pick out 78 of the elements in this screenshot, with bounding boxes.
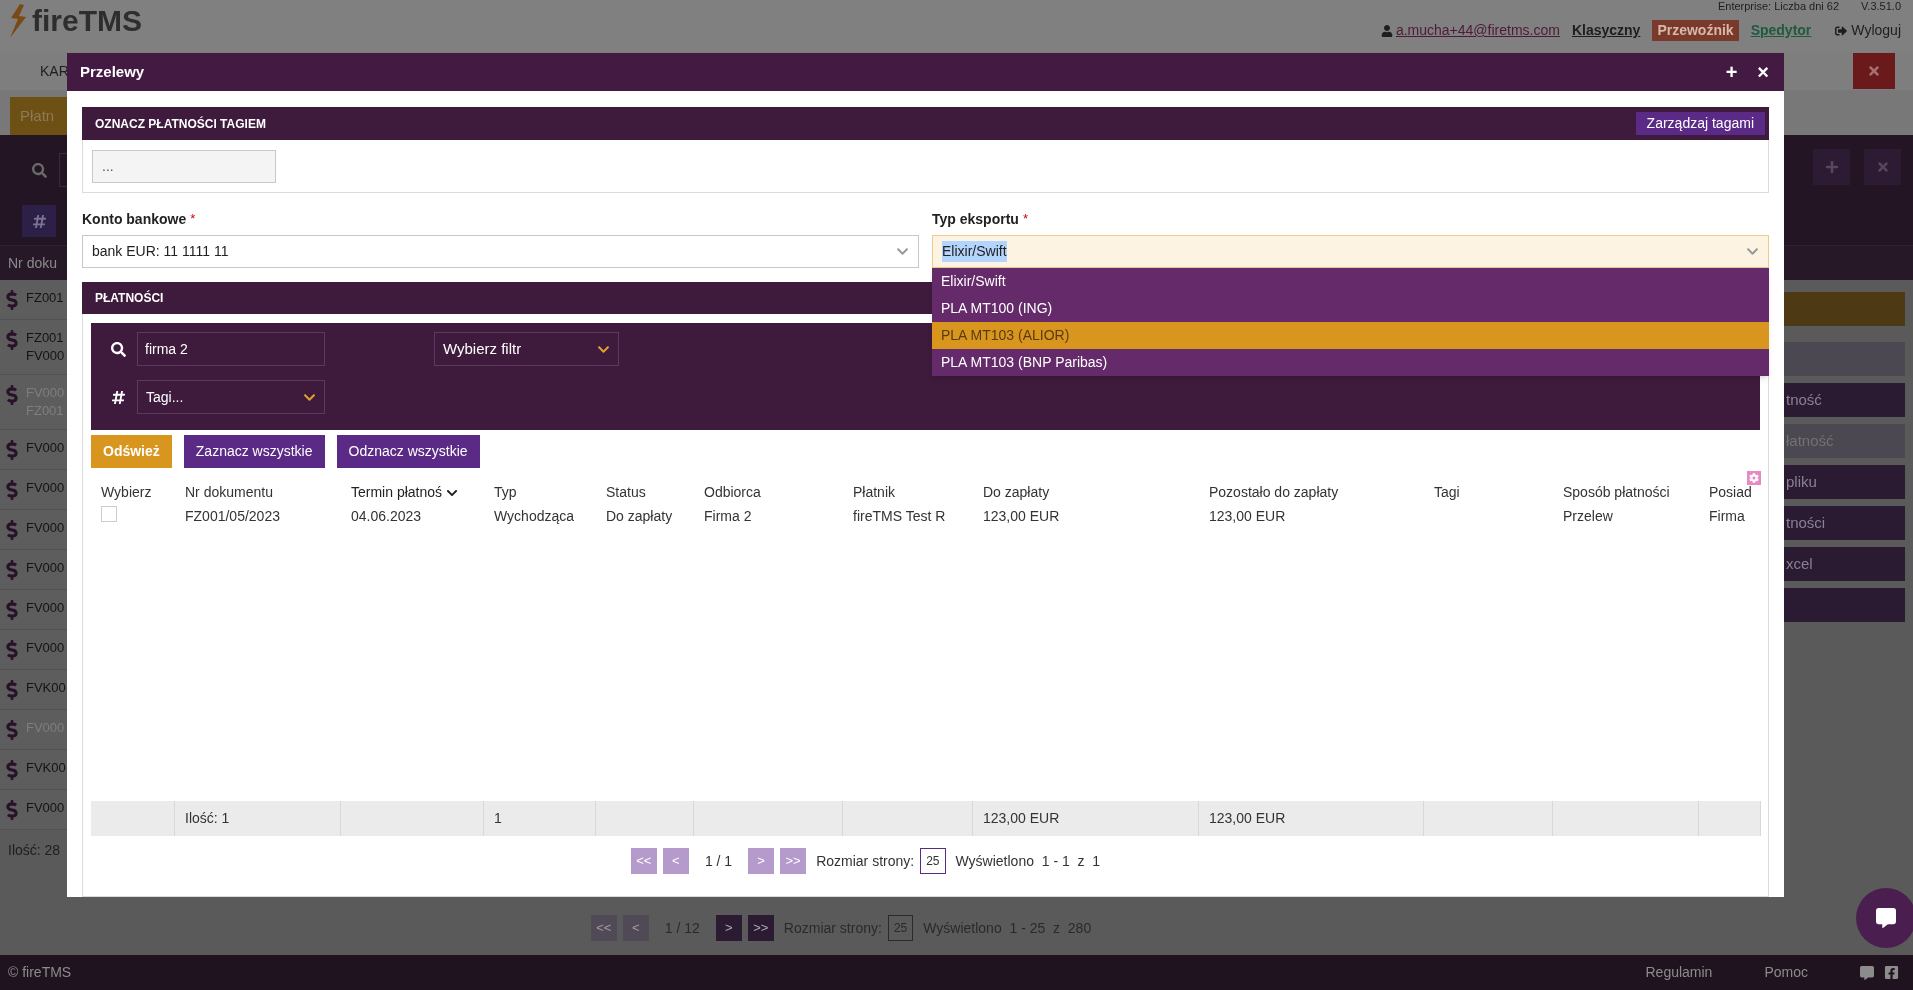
summary-cell-text: Ilość: 1 — [184, 809, 230, 828]
action-button[interactable]: Odznacz wszystkie — [336, 435, 480, 468]
page-indicator: 1 / 1 — [703, 851, 734, 871]
nav-item[interactable]: KAR — [40, 60, 69, 82]
table-cell: 123,00 EUR — [1209, 508, 1286, 524]
document-number: FZ001 — [26, 329, 65, 347]
table-cell: Wychodząca — [494, 508, 575, 524]
column-header[interactable]: Płatnik — [853, 482, 896, 503]
column-header[interactable]: Pozostało do zapłaty — [1209, 482, 1339, 503]
summary-cell-text: 1 — [493, 809, 502, 828]
document-number: FV000 — [26, 439, 65, 457]
mode-link[interactable]: Klasyczny — [1571, 20, 1641, 41]
page-button[interactable]: > — [715, 915, 742, 941]
search-field[interactable]: firma 2 — [137, 332, 325, 366]
footer-link[interactable]: Pomoc — [1764, 962, 1808, 983]
table-cell: Firma — [1709, 508, 1745, 524]
row-count: Ilość: 28 — [7, 841, 61, 860]
table-cell: Przelew — [1563, 508, 1613, 524]
column-header: Nr doku — [8, 253, 58, 273]
table-cell: 04.06.2023 — [351, 508, 422, 524]
column-header[interactable]: Posiad — [1709, 482, 1752, 503]
required-mark: * — [190, 212, 196, 226]
document-number: FV000 — [26, 479, 65, 497]
action-button[interactable]: Zaznacz wszystkie — [183, 435, 325, 468]
field-label: Konto bankowe — [82, 210, 187, 229]
column-header[interactable]: Tagi — [1434, 482, 1460, 503]
export-type-select[interactable]: Elixir/Swift — [932, 235, 1769, 268]
document-number: FV000 — [26, 599, 65, 617]
results-summary: Wyświetlono 1 - 1 z 1 — [955, 851, 1101, 871]
column-header[interactable]: Odbiorca — [704, 482, 761, 503]
dialog-action-button[interactable]: × — [1755, 62, 1771, 82]
document-number: FV000 — [26, 559, 65, 577]
logo: fireTMS — [32, 6, 142, 36]
dialog-action-button[interactable]: + — [1723, 62, 1740, 82]
dropdown-option[interactable]: Elixir/Swift — [932, 268, 1769, 295]
table-cell: Firma 2 — [704, 508, 752, 524]
column-header[interactable]: Wybierz — [101, 482, 152, 503]
document-number: FVK00 — [26, 679, 66, 697]
dropdown-option[interactable]: PLA MT103 (BNP Paribas) — [932, 349, 1769, 376]
section-title: OZNACZ PŁATNOŚCI TAGIEM — [95, 115, 266, 133]
page-size-label: Rozmiar strony: — [816, 851, 915, 871]
column-header[interactable]: Termin płatnoś — [351, 482, 443, 503]
page-size-field[interactable]: 25 — [920, 848, 946, 874]
tag-field[interactable]: ... — [92, 149, 276, 183]
table-cell: 123,00 EUR — [983, 508, 1060, 524]
manage-tags-button[interactable]: Zarządzaj tagami — [1635, 112, 1765, 135]
document-number: FVK00 — [26, 759, 66, 777]
document-number: FZ001 — [26, 289, 64, 307]
column-header[interactable]: Do zapłaty — [983, 482, 1050, 503]
document-number: FV000 — [26, 639, 65, 657]
document-number: FV000 — [26, 347, 65, 365]
copyright: © fireTMS — [8, 963, 72, 982]
section-title: PŁATNOŚCI — [95, 289, 164, 307]
summary-cell-text: 123,00 EUR — [1208, 809, 1286, 828]
dropdown-option[interactable]: PLA MT100 (ING) — [932, 295, 1769, 322]
field-label: Typ eksportu — [932, 210, 1019, 229]
document-number: FV000 — [26, 519, 65, 537]
page-button[interactable]: >> — [747, 915, 774, 941]
column-header[interactable]: Typ — [494, 482, 517, 503]
logout-link[interactable]: Wyloguj — [1851, 20, 1901, 41]
column-header[interactable]: Sposób płatności — [1563, 482, 1670, 503]
table-cell: fireTMS Test R — [853, 508, 946, 524]
required-mark: * — [1022, 212, 1028, 226]
document-number: FV000 — [26, 799, 65, 817]
bank-account-select[interactable]: bank EUR: 11 1111 11 — [82, 235, 919, 268]
filter-select[interactable]: Wybierz filtr — [434, 332, 619, 366]
footer-link[interactable]: Regulamin — [1645, 962, 1713, 983]
table-cell: Do zapłaty — [606, 508, 673, 524]
version-label: V.3.51.0 — [1861, 0, 1901, 12]
mode-link[interactable]: Przewoźnik — [1652, 20, 1739, 41]
column-header[interactable]: Status — [606, 482, 646, 503]
tags-select[interactable]: Tagi... — [137, 380, 325, 414]
table-cell: FZ001/05/2023 — [185, 508, 280, 524]
column-header[interactable]: Nr dokumentu — [185, 482, 273, 503]
edition-label: Enterprise: Liczba dni 62 — [1717, 0, 1840, 12]
dialog-title: Przelewy — [80, 61, 145, 82]
dropdown-option[interactable]: PLA MT103 (ALIOR) — [932, 322, 1769, 349]
summary-cell-text: 123,00 EUR — [982, 809, 1060, 828]
